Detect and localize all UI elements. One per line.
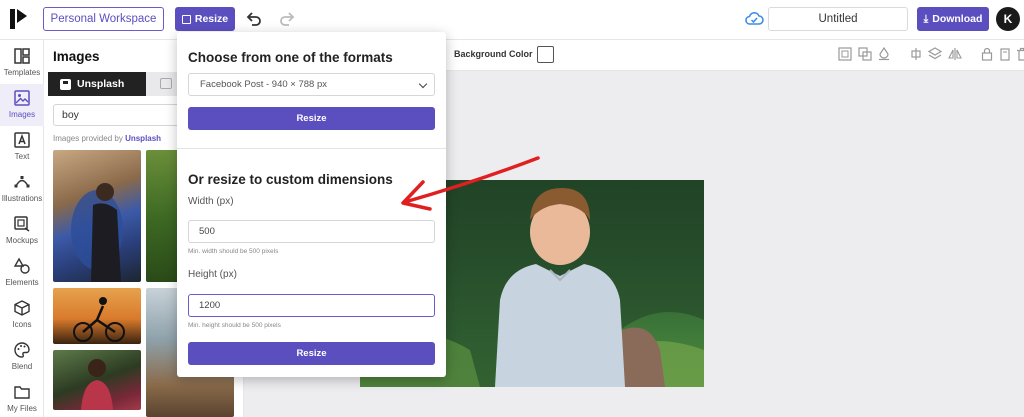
resize-button[interactable]: Resize xyxy=(175,7,235,31)
sidebar-item-illustrations[interactable]: Illustrations xyxy=(0,168,44,210)
format-resize-button[interactable]: Resize xyxy=(188,107,435,130)
image-credit: Images provided by Unsplash xyxy=(53,134,161,143)
width-field[interactable] xyxy=(188,220,435,243)
layers-icon[interactable] xyxy=(927,47,943,61)
document-title-input[interactable] xyxy=(768,7,908,31)
resize-button-label: Resize xyxy=(194,13,229,25)
sidebar-item-templates[interactable]: Templates xyxy=(0,42,44,84)
mockups-icon xyxy=(14,216,30,232)
sidebar-item-label: Templates xyxy=(3,68,41,77)
sidebar-item-label: My Files xyxy=(7,404,37,413)
background-color-swatch[interactable] xyxy=(537,46,554,63)
download-button-label: Download xyxy=(932,13,983,25)
image-result[interactable] xyxy=(53,150,141,282)
templates-icon xyxy=(14,48,30,64)
image-library-icon xyxy=(160,78,172,89)
image-result[interactable] xyxy=(53,350,141,410)
download-button[interactable]: ⤓ Download xyxy=(917,7,989,31)
height-label: Height (px) xyxy=(188,269,237,280)
panel-title: Images xyxy=(53,49,100,64)
workspace-button[interactable]: Personal Workspace xyxy=(43,7,164,31)
sidebar-item-text[interactable]: Text xyxy=(0,126,44,168)
height-hint: Min. height should be 500 pixels xyxy=(188,322,281,329)
background-color-label: Background Color xyxy=(454,49,533,59)
lock-icon[interactable] xyxy=(980,47,994,61)
custom-resize-button[interactable]: Resize xyxy=(188,342,435,365)
format-select[interactable]: Facebook Post - 940 × 788 px xyxy=(188,73,435,96)
unsplash-icon xyxy=(60,78,71,90)
folder-icon xyxy=(14,386,30,399)
credit-text: Images provided by xyxy=(53,134,123,143)
sidebar-item-label: Images xyxy=(8,110,36,119)
formats-heading: Choose from one of the formats xyxy=(188,50,393,65)
chevron-down-icon xyxy=(418,79,428,89)
unsplash-link[interactable]: Unsplash xyxy=(125,134,161,143)
sidebar-item-label: Mockups xyxy=(5,236,38,245)
undo-icon[interactable] xyxy=(244,9,264,29)
format-select-value: Facebook Post - 940 × 788 px xyxy=(200,79,328,90)
flip-icon[interactable] xyxy=(948,47,962,61)
duplicate-icon[interactable] xyxy=(858,47,872,61)
redo-icon[interactable] xyxy=(277,9,297,29)
tab-unsplash-label: Unsplash xyxy=(77,78,125,90)
resize-icon xyxy=(181,14,191,24)
align-icon[interactable] xyxy=(838,47,852,61)
sidebar-item-my-files[interactable]: My Files xyxy=(0,378,44,417)
brand-logo-icon[interactable] xyxy=(10,9,30,29)
image-icon xyxy=(14,90,30,106)
sidebar-item-images[interactable]: Images xyxy=(0,84,44,126)
sidebar-item-label: Icons xyxy=(12,320,32,329)
cube-icon xyxy=(14,300,30,316)
sidebar-item-label: Text xyxy=(14,152,30,161)
elements-icon xyxy=(13,257,30,274)
download-icon: ⤓ xyxy=(923,12,929,25)
divider xyxy=(177,148,446,149)
sidebar-item-mockups[interactable]: Mockups xyxy=(0,210,44,252)
custom-dimensions-heading: Or resize to custom dimensions xyxy=(188,172,393,187)
width-label: Width (px) xyxy=(188,196,234,207)
width-hint: Min. width should be 500 pixels xyxy=(188,248,279,255)
copy-icon[interactable] xyxy=(998,47,1012,61)
palette-icon xyxy=(14,342,30,358)
sidebar-item-blend[interactable]: Blend xyxy=(0,336,44,378)
top-bar: Personal Workspace Resize ⤓ Download K xyxy=(0,0,1024,40)
opacity-icon[interactable] xyxy=(877,46,891,61)
illustrations-icon xyxy=(14,176,30,188)
cloud-sync-icon xyxy=(745,12,764,25)
height-field[interactable] xyxy=(188,294,435,317)
avatar[interactable]: K xyxy=(996,7,1020,31)
sidebar-item-label: Elements xyxy=(5,278,39,287)
delete-icon[interactable] xyxy=(1015,47,1024,61)
annotation-arrow xyxy=(401,156,540,211)
sidebar: Templates Images Text Illustrations Mock… xyxy=(0,40,44,417)
sidebar-item-icons[interactable]: Icons xyxy=(0,294,44,336)
sidebar-item-label: Illustrations xyxy=(1,194,43,203)
distribute-icon[interactable] xyxy=(909,47,923,61)
text-icon xyxy=(14,132,30,148)
tab-unsplash[interactable]: Unsplash xyxy=(48,72,146,96)
sidebar-item-label: Blend xyxy=(11,362,33,371)
image-result[interactable] xyxy=(53,288,141,344)
sidebar-item-elements[interactable]: Elements xyxy=(0,252,44,294)
